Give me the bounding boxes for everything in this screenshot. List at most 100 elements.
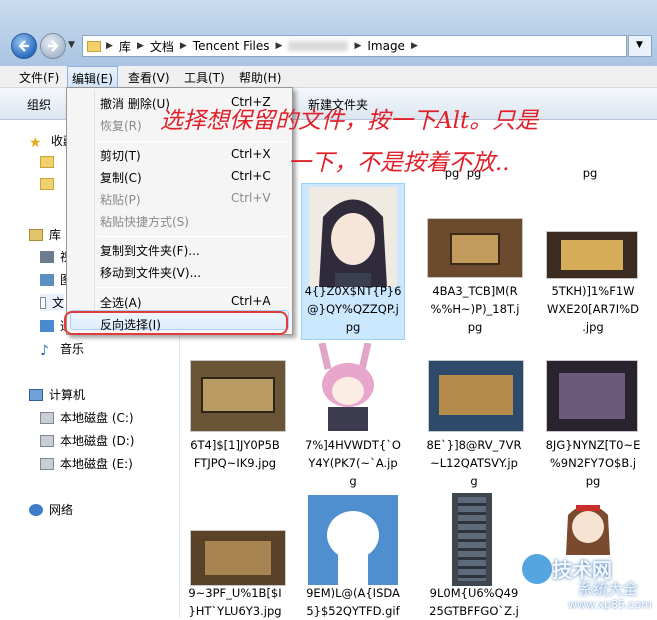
address-bar[interactable]: ▶ 库 ▶ 文档 ▶ Tencent Files ▶ ▶ Image ▶	[82, 35, 627, 57]
nav-network[interactable]: 网络	[29, 501, 73, 518]
chevron-right-icon: ▶	[179, 41, 187, 51]
nav-library-documents-label: 文	[51, 296, 64, 310]
nav-network-label: 网络	[49, 503, 74, 517]
game-board-image	[439, 375, 513, 415]
computer-icon	[29, 388, 43, 401]
breadcrumb-library[interactable]: 库	[115, 38, 135, 55]
address-dropdown-button[interactable]: ▼	[628, 35, 652, 57]
nav-favorite-item[interactable]	[40, 178, 60, 190]
menu-separator	[97, 236, 287, 237]
watermark-circle-icon	[522, 554, 552, 584]
picture-icon	[40, 273, 54, 286]
menu-item-paste[interactable]: 粘贴(P)	[100, 191, 141, 208]
menu-gutter	[94, 90, 95, 332]
history-dropdown-icon[interactable]: ▼	[68, 40, 75, 50]
file-thumbnail[interactable]	[428, 360, 524, 432]
menu-help[interactable]: 帮助(H)	[239, 69, 281, 86]
file-name[interactable]: 9EM)L@(A{ISDA 5}$52QYTFD.gif	[293, 584, 413, 620]
list-image	[458, 497, 486, 581]
drive-icon	[40, 457, 54, 470]
title-bar: ▼ ▶ 库 ▶ 文档 ▶ Tencent Files ▶ ▶ Image ▶ ▼	[0, 0, 657, 66]
file-thumbnail[interactable]	[308, 342, 388, 431]
menu-item-copy[interactable]: 复制(C)	[100, 169, 142, 186]
nav-drive-e[interactable]: 本地磁盘 (E:)	[40, 455, 133, 472]
chevron-right-icon: ▶	[410, 41, 418, 51]
nav-drive-c[interactable]: 本地磁盘 (C:)	[40, 409, 134, 426]
cartoon-character-image	[308, 495, 398, 585]
chevron-right-icon: ▶	[136, 41, 144, 51]
blurred-breadcrumb	[288, 41, 349, 51]
card-image	[561, 240, 623, 270]
menu-separator	[97, 287, 287, 288]
chevron-right-icon: ▶	[275, 41, 283, 51]
file-thumbnail[interactable]	[452, 493, 492, 586]
nav-drive-d-label: 本地磁盘 (D:)	[60, 434, 135, 448]
game-board-image	[205, 541, 271, 575]
file-thumbnail[interactable]	[427, 218, 523, 278]
file-thumbnail[interactable]	[308, 495, 398, 585]
breadcrumb-tencent-files[interactable]: Tencent Files	[189, 39, 274, 53]
file-name[interactable]: 4BA3_TCB]M(R %%H~)P)_18T.j pg	[415, 282, 535, 336]
file-name[interactable]: 5TKH)]1%F1W WXE20[AR7I%D .jpg	[533, 282, 653, 336]
breadcrumb-documents[interactable]: 文档	[146, 38, 178, 55]
nav-library-documents[interactable]: 文	[40, 294, 64, 311]
file-name[interactable]: 6T4]$[1]JY0P5B FTJPQ~IK9.jpg	[175, 436, 295, 472]
shortcut-paste: Ctrl+V	[231, 191, 271, 205]
watermark-subtext: 系统大全	[578, 580, 639, 598]
shortcut-select-all: Ctrl+A	[231, 294, 271, 308]
forward-button[interactable]	[40, 33, 66, 59]
folder-icon	[87, 40, 101, 52]
network-icon	[29, 503, 43, 516]
menu-item-move-to-folder[interactable]: 移动到文件夹(V)...	[100, 264, 201, 281]
file-name[interactable]: 8JG}NYNZ[T0~E %9N2FY7O$B.j pg	[533, 436, 653, 490]
folder-icon	[40, 178, 54, 190]
menu-file[interactable]: 文件(F)	[19, 69, 59, 86]
watermark-logo: 技术网 系统大全 www.xp85.com	[522, 552, 657, 618]
star-icon: ★	[29, 134, 42, 151]
menu-tools[interactable]: 工具(T)	[184, 69, 225, 86]
menu-item-cut[interactable]: 剪切(T)	[100, 147, 141, 164]
nav-libraries[interactable]: 库	[29, 226, 61, 243]
file-name[interactable]: 7%]4HVWDT{`O Y4Y(PK7(~`A.jp g	[293, 436, 413, 490]
video-icon	[40, 250, 54, 263]
nav-music-label: 音乐	[60, 342, 85, 356]
chibi-bunny-image	[318, 342, 374, 431]
menu-item-redo[interactable]: 恢复(R)	[100, 117, 142, 134]
back-button[interactable]	[11, 33, 37, 59]
back-arrow-icon	[18, 40, 29, 52]
menu-edit[interactable]: 编辑(E)	[67, 66, 118, 88]
file-name[interactable]: 9L0M{U6%Q49 25GTBFFGO`Z.j	[414, 584, 534, 620]
annotation-line-2: 一下，不是按着不放..	[288, 150, 510, 176]
drive-icon	[40, 434, 54, 447]
file-name[interactable]: 4{}Z0X$NT{P}6 @}QY%QZZQP.j pg	[293, 282, 413, 336]
chevron-down-icon: ▼	[636, 40, 643, 50]
file-thumbnail[interactable]	[548, 495, 628, 555]
breadcrumb-image[interactable]: Image	[363, 39, 409, 53]
nav-computer[interactable]: 计算机	[29, 386, 85, 403]
menu-item-select-all[interactable]: 全选(A)	[100, 294, 142, 311]
file-thumbnail[interactable]	[546, 231, 638, 279]
file-thumbnail[interactable]	[190, 360, 286, 432]
file-thumbnail[interactable]	[190, 530, 286, 586]
nav-drive-e-label: 本地磁盘 (E:)	[60, 457, 133, 471]
nav-favorite-item[interactable]	[40, 156, 60, 168]
highlight-ring	[64, 311, 288, 335]
nav-computer-label: 计算机	[49, 388, 86, 402]
watermark-url: www.xp85.com	[568, 598, 652, 611]
menu-bar: 文件(F) 编辑(E) 查看(V) 工具(T) 帮助(H)	[0, 66, 657, 88]
nav-drive-d[interactable]: 本地磁盘 (D:)	[40, 432, 134, 449]
document-icon	[40, 296, 46, 309]
file-thumbnail[interactable]	[309, 187, 397, 287]
annotation-line-1: 选择想保留的文件，按一下Alt。只是	[160, 108, 539, 134]
nav-music[interactable]: ♪ 音乐	[40, 340, 85, 359]
card-image	[450, 233, 500, 265]
file-name[interactable]: 9~3PF_U%1B[$I}HT`YLU6Y3.jpg	[175, 584, 295, 620]
menu-item-copy-to-folder[interactable]: 复制到文件夹(F)...	[100, 242, 200, 259]
file-thumbnail[interactable]	[546, 360, 638, 432]
menu-item-paste-shortcut[interactable]: 粘贴快捷方式(S)	[100, 213, 189, 230]
chevron-right-icon: ▶	[354, 41, 362, 51]
organize-button[interactable]: 组织	[27, 96, 51, 113]
nav-drive-c-label: 本地磁盘 (C:)	[60, 411, 134, 425]
menu-view[interactable]: 查看(V)	[128, 69, 170, 86]
file-name[interactable]: 8E`}]8@RV_7VR ~L12QATSVY.jp g	[414, 436, 534, 490]
